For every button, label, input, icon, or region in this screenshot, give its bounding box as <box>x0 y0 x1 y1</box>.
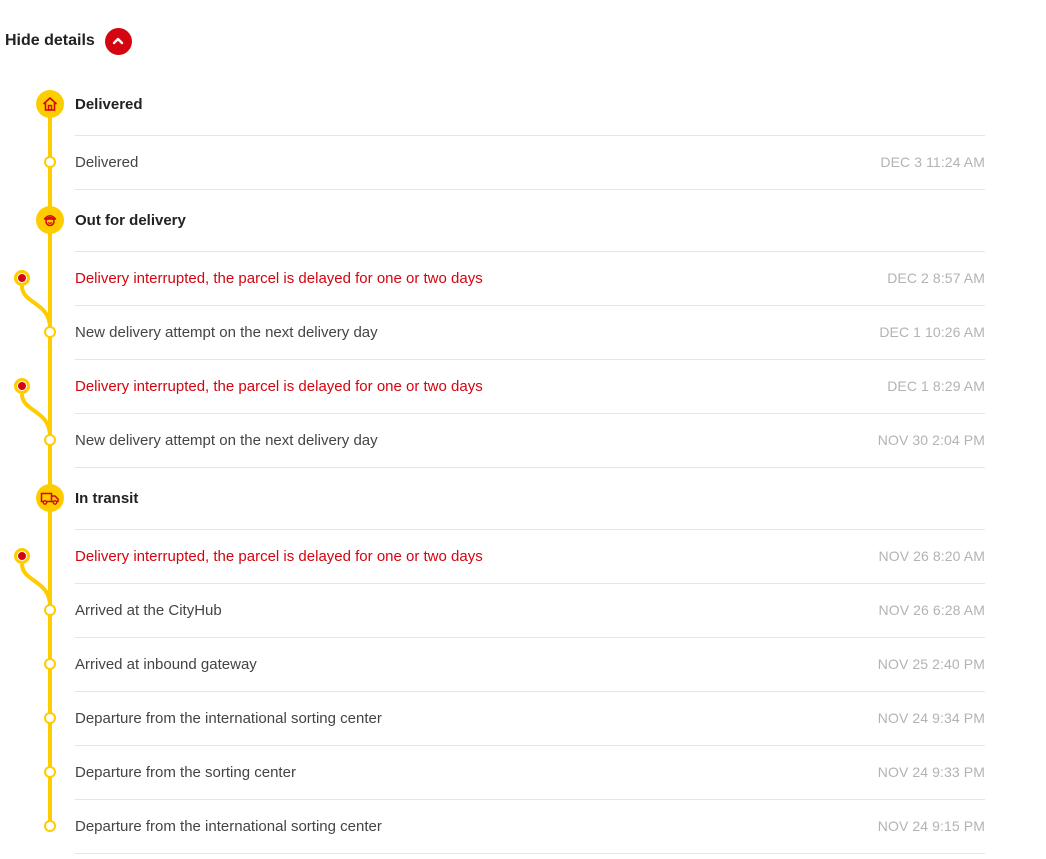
divider <box>75 467 985 468</box>
event-row: Departure from the international sorting… <box>75 814 985 838</box>
shipment-timeline: Delivered Delivered DEC 3 11:24 AM Out for … <box>0 0 1046 859</box>
event-row: Departure from the international sorting… <box>75 706 985 730</box>
event-row: Departure from the sorting center NOV 24 … <box>75 760 985 784</box>
error-marker-icon <box>14 270 30 286</box>
courier-icon <box>36 206 64 234</box>
divider <box>75 691 985 692</box>
divider <box>75 853 985 854</box>
event-error-text: Delivery interrupted, the parcel is dela… <box>75 269 483 287</box>
event-timestamp: NOV 24 9:33 PM <box>877 764 985 780</box>
error-marker-icon <box>14 548 30 564</box>
event-timestamp: NOV 24 9:15 PM <box>877 818 985 834</box>
error-marker-icon <box>14 378 30 394</box>
event-text: Delivered <box>75 153 139 171</box>
divider <box>75 189 985 190</box>
truck-icon <box>36 484 64 512</box>
divider <box>75 637 985 638</box>
event-dot <box>44 712 56 724</box>
event-dot <box>44 156 56 168</box>
event-text: New delivery attempt on the next deliver… <box>75 431 378 449</box>
event-timestamp: DEC 1 8:29 AM <box>887 378 985 394</box>
divider <box>75 529 985 530</box>
event-timestamp: DEC 1 10:26 AM <box>879 324 985 340</box>
event-row: Arrived at the CityHub NOV 26 6:28 AM <box>75 598 985 622</box>
stage-title: Out for delivery <box>75 211 186 229</box>
stage-title: In transit <box>75 489 139 507</box>
event-row: Delivery interrupted, the parcel is dela… <box>75 544 985 568</box>
house-icon <box>36 90 64 118</box>
event-error-text: Delivery interrupted, the parcel is dela… <box>75 377 483 395</box>
event-timestamp: NOV 24 9:34 PM <box>877 710 985 726</box>
event-row: Arrived at inbound gateway NOV 25 2:40 PM <box>75 652 985 676</box>
event-text: New delivery attempt on the next deliver… <box>75 323 378 341</box>
event-timestamp: DEC 3 11:24 AM <box>880 154 985 170</box>
event-dot <box>44 326 56 338</box>
divider <box>75 305 985 306</box>
divider <box>75 135 985 136</box>
event-timestamp: NOV 25 2:40 PM <box>877 656 985 672</box>
event-timestamp: NOV 30 2:04 PM <box>877 432 985 448</box>
event-text: Departure from the international sorting… <box>75 709 382 727</box>
divider <box>75 359 985 360</box>
event-timestamp: DEC 2 8:57 AM <box>887 270 985 286</box>
event-text: Arrived at inbound gateway <box>75 655 257 673</box>
event-dot <box>44 604 56 616</box>
event-text: Departure from the sorting center <box>75 763 296 781</box>
event-text: Departure from the international sorting… <box>75 817 382 835</box>
event-timestamp: NOV 26 6:28 AM <box>878 602 985 618</box>
stage-header: Out for delivery <box>75 208 985 232</box>
event-text: Arrived at the CityHub <box>75 601 222 619</box>
event-dot <box>44 434 56 446</box>
divider <box>75 799 985 800</box>
event-dot <box>44 658 56 670</box>
event-dot <box>44 766 56 778</box>
event-timestamp: NOV 26 8:20 AM <box>878 548 985 564</box>
event-row: New delivery attempt on the next deliver… <box>75 320 985 344</box>
event-row: Delivered DEC 3 11:24 AM <box>75 150 985 174</box>
stage-header: In transit <box>75 486 985 510</box>
event-dot <box>44 820 56 832</box>
event-row: New delivery attempt on the next deliver… <box>75 428 985 452</box>
divider <box>75 251 985 252</box>
event-error-text: Delivery interrupted, the parcel is dela… <box>75 547 483 565</box>
divider <box>75 413 985 414</box>
stage-title: Delivered <box>75 95 143 113</box>
stage-header: Delivered <box>75 92 985 116</box>
divider <box>75 583 985 584</box>
event-row: Delivery interrupted, the parcel is dela… <box>75 374 985 398</box>
divider <box>75 745 985 746</box>
event-row: Delivery interrupted, the parcel is dela… <box>75 266 985 290</box>
